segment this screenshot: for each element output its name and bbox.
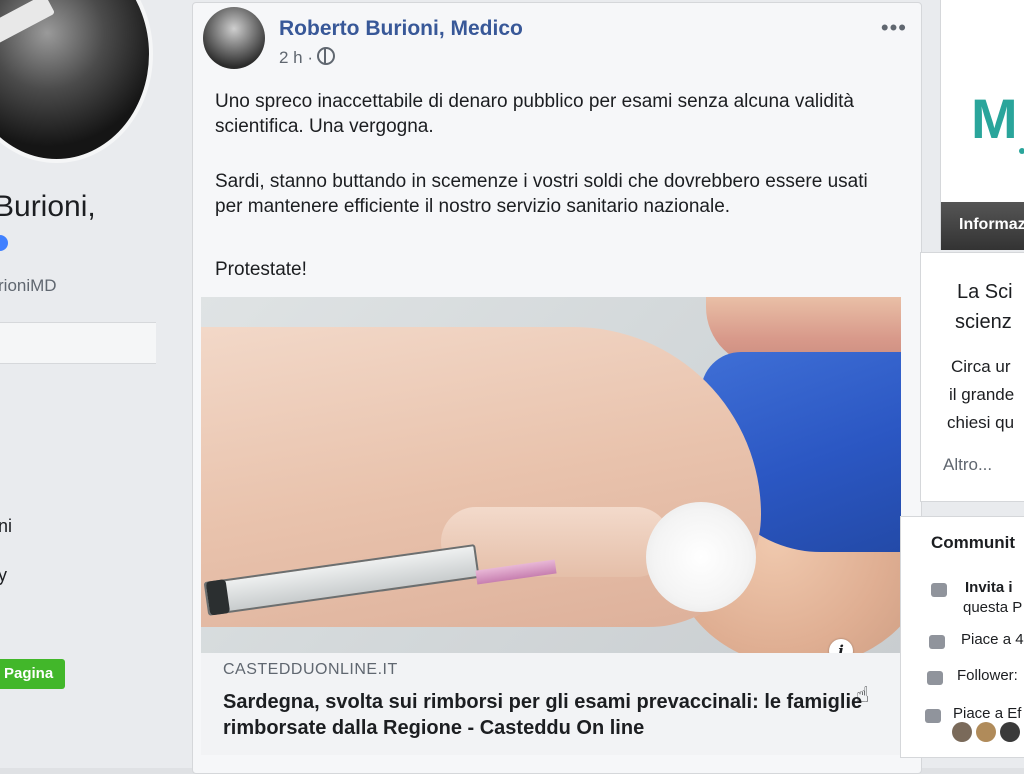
like-icon: [929, 635, 945, 649]
post-paragraph: Sardi, stanno buttando in scemenze i vos…: [215, 171, 868, 217]
community-likes[interactable]: Piace a 4: [961, 631, 1024, 648]
community-invite-sub: questa P: [963, 599, 1023, 616]
community-invite[interactable]: Invita i: [965, 579, 1013, 596]
about-line: La Sci: [957, 281, 1013, 303]
link-preview-image[interactable]: [201, 297, 901, 653]
brand-logo: M: [971, 87, 1018, 150]
info-bar-label[interactable]: Informaz: [959, 216, 1024, 234]
community-title: Communit: [931, 533, 1016, 552]
left-column: Burioni, rioniMD ni y Pagina: [0, 0, 182, 768]
right-column: M Informaz La Sci scienz Circa ur il gra…: [900, 0, 1024, 768]
link-title[interactable]: Sardegna, svolta sui rimborsi per gli es…: [223, 689, 873, 741]
post-paragraph: Protestate!: [215, 259, 307, 280]
profile-handle[interactable]: rioniMD: [0, 276, 57, 296]
globe-icon: [317, 47, 336, 65]
link-domain: CASTEDDUONLINE.IT: [223, 661, 398, 678]
author-avatar[interactable]: [203, 7, 265, 69]
create-page-button[interactable]: Pagina: [0, 659, 66, 689]
community-friends-likes[interactable]: Piace a Ef: [953, 705, 1021, 722]
post-timestamp[interactable]: 2 h ·: [279, 47, 336, 68]
description-line: Circa ur: [951, 357, 1011, 376]
invite-icon: [931, 583, 947, 597]
description-line: il grande: [949, 385, 1015, 404]
more-options-icon[interactable]: •••: [881, 17, 907, 39]
hand-cursor-icon: ☝: [856, 682, 870, 707]
left-nav-item[interactable]: ni: [0, 516, 12, 537]
friends-icon: [925, 709, 941, 723]
post-card: Roberto Burioni, Medico 2 h · ••• Uno sp…: [192, 2, 922, 774]
rss-icon: [927, 671, 943, 685]
profile-name[interactable]: Burioni,: [0, 190, 96, 224]
about-line: scienz: [955, 311, 1012, 333]
friend-avatar[interactable]: [952, 722, 972, 742]
about-card: La Sci scienz Circa ur il grande chiesi …: [920, 252, 1024, 502]
post-author[interactable]: Roberto Burioni, Medico: [279, 17, 523, 41]
friend-avatar[interactable]: [1000, 722, 1020, 742]
profile-photo[interactable]: [0, 0, 153, 163]
description-line: chiesi qu: [947, 413, 1015, 432]
community-followers[interactable]: Follower:: [957, 667, 1018, 684]
brand-logo-dot: [1019, 148, 1024, 154]
left-nav-item[interactable]: y: [0, 565, 7, 586]
verified-badge-icon: [0, 235, 8, 251]
more-link[interactable]: Altro...: [943, 455, 992, 475]
post-time[interactable]: 2 h ·: [279, 48, 313, 67]
post-paragraph: Uno spreco inaccettabile di denaro pubbl…: [215, 91, 854, 137]
friend-avatar[interactable]: [976, 722, 996, 742]
page-search-box[interactable]: [0, 322, 156, 364]
page-cover-card: M Informaz: [940, 0, 1024, 250]
news-feed: Roberto Burioni, Medico 2 h · ••• Uno sp…: [182, 0, 940, 774]
